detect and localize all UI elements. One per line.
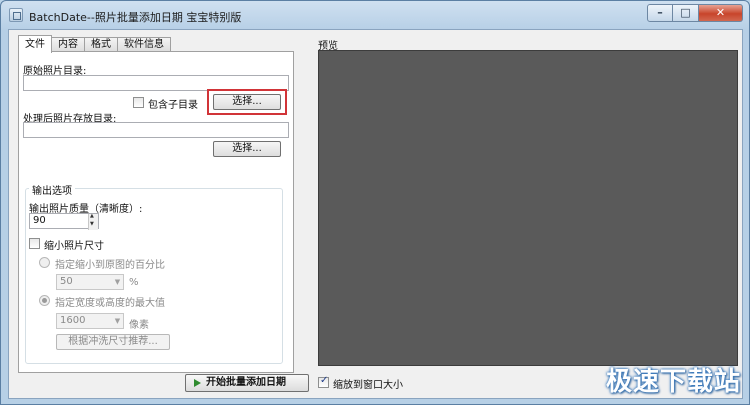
window-title: BatchDate--照片批量添加日期 宝宝特别版	[29, 11, 242, 24]
fit-window-checkbox[interactable]	[318, 375, 329, 388]
chevron-down-icon: ▼	[114, 317, 121, 325]
output-dir-input[interactable]	[23, 122, 289, 138]
quality-stepper[interactable]: 90	[29, 213, 99, 230]
minimize-icon: –	[657, 6, 663, 19]
app-icon	[9, 8, 23, 22]
quality-value: 90	[33, 215, 46, 226]
tab-strip: 文件 内容 格式 软件信息	[18, 35, 171, 53]
include-subdirs-label: 包含子目录	[148, 100, 198, 111]
maximize-icon: □	[680, 6, 691, 19]
include-subdirs-checkbox[interactable]	[133, 97, 144, 108]
tab-content[interactable]: 内容	[51, 37, 85, 52]
play-icon	[194, 379, 201, 387]
client-area: 文件 内容 格式 软件信息 原始照片目录: 包含子目录 选择... 处理后照片存…	[8, 29, 743, 399]
file-tab-panel: 原始照片目录: 包含子目录 选择... 处理后照片存放目录: 选择... 输出选…	[18, 51, 294, 373]
percent-radio[interactable]	[39, 257, 50, 268]
maxsize-unit: 像素	[129, 320, 149, 331]
watermark-logo: 极速下载站	[605, 367, 741, 397]
maxsize-label: 指定宽度或高度的最大值	[55, 298, 165, 309]
shrink-label: 缩小照片尺寸	[44, 241, 104, 252]
source-browse-button[interactable]: 选择...	[213, 94, 281, 110]
output-browse-button[interactable]: 选择...	[213, 141, 281, 157]
maxsize-value: 1600	[60, 315, 86, 326]
shrink-checkbox[interactable]	[29, 238, 40, 249]
maximize-button[interactable]: □	[673, 4, 699, 22]
preview-area[interactable]	[318, 50, 738, 366]
percent-value: 50	[60, 276, 73, 287]
start-batch-button[interactable]: 开始批量添加日期	[185, 374, 309, 392]
maxsize-radio[interactable]	[39, 295, 50, 306]
title-bar[interactable]: BatchDate--照片批量添加日期 宝宝特别版 – □ ✕	[1, 1, 749, 29]
minimize-button[interactable]: –	[647, 4, 673, 22]
tab-file[interactable]: 文件	[18, 35, 52, 53]
fit-window-label: 缩放到窗口大小	[333, 380, 403, 391]
chevron-down-icon: ▼	[114, 278, 121, 286]
percent-unit: %	[129, 277, 139, 288]
percent-label: 指定缩小到原图的百分比	[55, 260, 165, 271]
start-batch-label: 开始批量添加日期	[206, 377, 286, 388]
tab-software-info[interactable]: 软件信息	[117, 37, 171, 52]
app-window: BatchDate--照片批量添加日期 宝宝特别版 – □ ✕ 文件 内容 格式…	[0, 0, 750, 405]
close-icon: ✕	[715, 6, 726, 19]
maxsize-select[interactable]: 1600 ▼	[56, 313, 124, 329]
percent-select[interactable]: 50 ▼	[56, 274, 124, 290]
tab-format[interactable]: 格式	[84, 37, 118, 52]
close-button[interactable]: ✕	[699, 4, 743, 22]
output-options-title: 输出选项	[29, 182, 75, 197]
spin-arrows-icon[interactable]	[88, 213, 98, 230]
caption-buttons: – □ ✕	[647, 4, 743, 23]
recommend-size-button[interactable]: 根据冲洗尺寸推荐...	[56, 334, 170, 350]
